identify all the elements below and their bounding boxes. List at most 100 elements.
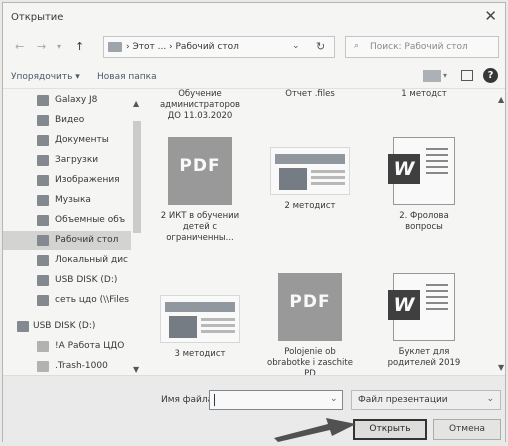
word-file-icon: W (388, 273, 455, 341)
sidebar-item-label: Документы (55, 135, 109, 145)
sidebar-item-video[interactable]: Видео (3, 111, 131, 130)
filename-field[interactable]: ⌄ (209, 390, 343, 410)
image-thumbnail (160, 295, 240, 343)
file-item[interactable]: Отчет .files (265, 89, 355, 100)
file-name: Обучение администраторов ДО 11.03.2020 (159, 89, 241, 121)
scroll-down-icon[interactable]: ▼ (498, 363, 504, 372)
file-name: 1 методст (401, 89, 447, 99)
sidebar-item-label: !А Работа ЦДО (55, 341, 125, 351)
file-name: Буклет для родителей 2019 (387, 347, 461, 368)
dialog-footer: Имя файла: ⌄ Файл презентации ⌄ Открыть … (3, 375, 505, 443)
search-icon: ⌕ (354, 41, 360, 51)
navigation-pane: Galaxy J8 Видео Документы Загрузки Изобр… (3, 89, 145, 375)
search-placeholder: Поиск: Рабочий стол (370, 42, 468, 52)
sidebar-item-label: USB DISK (D:) (55, 275, 118, 285)
close-icon[interactable]: ✕ (484, 7, 497, 25)
sidebar-item-3d-objects[interactable]: Объемные объ (3, 211, 131, 230)
view-chevron-icon[interactable]: ▾ (443, 71, 447, 80)
file-item[interactable]: 2 методист (265, 137, 355, 212)
window-title: Открытие (11, 12, 64, 23)
sidebar-item-label: сеть цдо (\\Files (55, 295, 129, 305)
folder-icon (37, 341, 49, 352)
back-arrow-icon[interactable]: ← (15, 40, 24, 53)
file-name: 2. Фролова вопросы (399, 211, 449, 232)
history-chevron-icon[interactable]: ▾ (57, 42, 61, 51)
image-thumbnail (270, 147, 350, 195)
open-dialog: Открытие ✕ ← → ▾ ↑ › Этот ... › Рабочий … (2, 2, 507, 443)
sidebar-item-usb-root[interactable]: USB DISK (D:) (3, 317, 131, 336)
chevron-down-icon[interactable]: ⌄ (292, 41, 300, 51)
chevron-down-icon[interactable]: ⌄ (330, 394, 338, 404)
sidebar-item-usb-disk[interactable]: USB DISK (D:) (3, 271, 131, 290)
filename-label: Имя файла: (161, 395, 217, 405)
sidebar-scrollbar[interactable]: ▲ ▼ (131, 97, 143, 375)
sidebar-item-rabota-cdo[interactable]: !А Работа ЦДО (3, 337, 131, 356)
sidebar-item-label: Рабочий стол (55, 235, 119, 245)
scroll-up-icon[interactable]: ▲ (133, 99, 139, 108)
image-icon (37, 175, 49, 186)
sidebar-item-downloads[interactable]: Загрузки (3, 151, 131, 170)
sidebar-item-music[interactable]: Музыка (3, 191, 131, 210)
folder-icon (37, 361, 49, 372)
cancel-button[interactable]: Отмена (433, 419, 501, 440)
up-arrow-icon[interactable]: ↑ (75, 40, 84, 53)
search-input[interactable]: ⌕ Поиск: Рабочий стол (345, 36, 499, 58)
file-item[interactable]: 1 методст (379, 89, 469, 100)
address-bar: ← → ▾ ↑ › Этот ... › Рабочий стол ⌄ ↻ ⌕ … (3, 36, 505, 58)
refresh-icon[interactable]: ↻ (316, 40, 325, 53)
network-drive-icon (37, 295, 49, 306)
organize-button[interactable]: Упорядочить ▾ (11, 72, 80, 82)
drive-icon (37, 255, 49, 266)
phone-icon (37, 95, 49, 106)
file-name: 2 методист (284, 201, 336, 211)
usb-drive-icon (17, 321, 29, 332)
forward-arrow-icon[interactable]: → (37, 40, 46, 53)
file-name: 2 ИКТ в обучении детей с ограниченны... (160, 211, 240, 243)
file-list: Обучение администраторов ДО 11.03.2020 О… (147, 89, 497, 375)
scroll-up-icon[interactable]: ▲ (498, 95, 504, 104)
sidebar-item-label: Объемные объ (55, 215, 126, 225)
sidebar-item-label: Видео (55, 115, 85, 125)
view-mode-icon[interactable] (423, 70, 441, 82)
sidebar-item-local-disk[interactable]: Локальный дис (3, 251, 131, 270)
download-icon (37, 155, 49, 166)
file-item[interactable]: W 2. Фролова вопросы (379, 137, 469, 233)
file-name: Отчет .files (285, 89, 335, 99)
sidebar-item-images[interactable]: Изображения (3, 171, 131, 190)
open-button[interactable]: Открыть (353, 419, 427, 440)
desktop-icon (37, 235, 49, 246)
sidebar-item-label: Локальный дис (55, 255, 129, 265)
file-item[interactable]: W Буклет для родителей 2019 (379, 273, 469, 369)
preview-pane-icon[interactable] (461, 70, 473, 81)
word-file-icon: W (388, 137, 455, 205)
sidebar-item-network-share[interactable]: сеть цдо (\\Files (3, 291, 131, 310)
file-item[interactable]: PDF Polojenie ob obrabotke i zaschite PD (265, 273, 355, 375)
cube-icon (37, 215, 49, 226)
document-icon (37, 135, 49, 146)
pdf-file-icon: PDF (168, 137, 232, 205)
sidebar-item-label: USB DISK (D:) (33, 321, 96, 331)
file-type-value: Файл презентации (358, 395, 448, 405)
chevron-down-icon: ⌄ (486, 394, 494, 404)
folder-icon (108, 42, 122, 52)
file-item[interactable]: Обучение администраторов ДО 11.03.2020 (155, 89, 245, 122)
help-icon[interactable]: ? (483, 68, 498, 83)
sidebar-item-desktop[interactable]: Рабочий стол (3, 231, 131, 250)
sidebar-item-trash[interactable]: .Trash-1000 (3, 357, 131, 375)
video-icon (37, 115, 49, 126)
scrollbar-thumb[interactable] (133, 121, 141, 233)
scroll-down-icon[interactable]: ▼ (133, 365, 139, 374)
sidebar-item-galaxy[interactable]: Galaxy J8 (3, 91, 131, 110)
command-bar: Упорядочить ▾ Новая папка ▾ ? (3, 65, 505, 89)
sidebar-item-label: Galaxy J8 (55, 95, 98, 105)
file-item[interactable]: PDF 2 ИКТ в обучении детей с ограниченны… (155, 137, 245, 244)
file-item[interactable]: 3 методист (155, 285, 245, 360)
new-folder-button[interactable]: Новая папка (97, 72, 157, 82)
pdf-file-icon: PDF (278, 273, 342, 341)
breadcrumb[interactable]: › Этот ... › Рабочий стол ⌄ ↻ (103, 36, 335, 58)
file-list-scrollbar[interactable]: ▲ ▼ (497, 89, 507, 375)
sidebar-item-documents[interactable]: Документы (3, 131, 131, 150)
file-type-select[interactable]: Файл презентации ⌄ (351, 390, 501, 410)
text-caret (214, 394, 215, 406)
breadcrumb-text: › Этот ... › Рабочий стол (126, 42, 239, 52)
